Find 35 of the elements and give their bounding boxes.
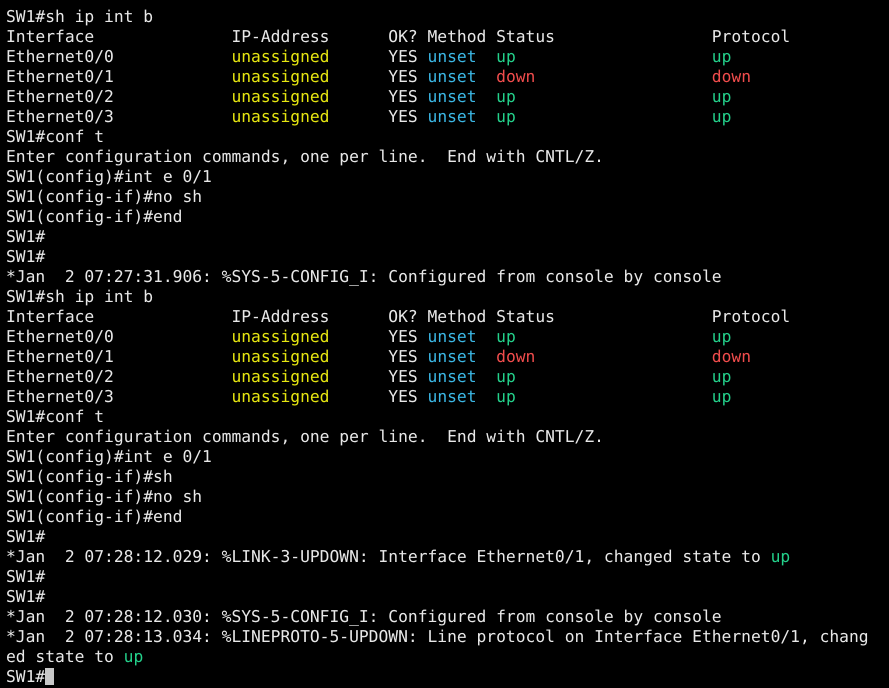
terminal-line: SW1#conf t [6, 127, 104, 147]
terminal-line: SW1# [6, 667, 54, 687]
terminal-line: SW1#conf t [6, 407, 104, 427]
terminal-line: Enter configuration commands, one per line. End with CNTL/Z. [6, 427, 604, 447]
terminal-line: SW1(config)#int e 0/1 [6, 167, 212, 187]
terminal-line: Ethernet0/0 unassigned YES unset up up [6, 47, 732, 67]
terminal-line: Enter configuration commands, one per line. End with CNTL/Z. [6, 147, 604, 167]
terminal-line: Ethernet0/1 unassigned YES unset down down [6, 347, 752, 367]
terminal-line: Ethernet0/2 unassigned YES unset up up [6, 367, 732, 387]
terminal-line: *Jan 2 07:28:12.029: %LINK-3-UPDOWN: Interface Ethernet0/1, changed state to up [6, 547, 790, 567]
terminal-line: Ethernet0/3 unassigned YES unset up up [6, 107, 732, 127]
cursor-icon [45, 668, 54, 685]
terminal-line: SW1(config-if)#sh [6, 467, 173, 487]
terminal-line: SW1(config-if)#end [6, 507, 182, 527]
terminal-line: SW1(config-if)#end [6, 207, 182, 227]
terminal-line: SW1# [6, 527, 46, 547]
terminal-line: SW1# [6, 247, 46, 267]
terminal-line: SW1# [6, 587, 46, 607]
terminal-line: Ethernet0/3 unassigned YES unset up up [6, 387, 732, 407]
terminal-line: SW1#sh ip int b [6, 7, 154, 27]
terminal-line: ed state to up [6, 647, 144, 667]
terminal-line: *Jan 2 07:27:31.906: %SYS-5-CONFIG_I: Configured from console by console [6, 267, 722, 287]
terminal-line: Ethernet0/1 unassigned YES unset down down [6, 67, 752, 87]
terminal-line: SW1#sh ip int b [6, 287, 154, 307]
terminal-line: *Jan 2 07:28:12.030: %SYS-5-CONFIG_I: Configured from console by console [6, 607, 722, 627]
terminal-line: Ethernet0/2 unassigned YES unset up up [6, 87, 732, 107]
terminal-line: SW1(config-if)#no sh [6, 187, 202, 207]
terminal-line: SW1(config-if)#no sh [6, 487, 202, 507]
terminal-line: SW1# [6, 567, 46, 587]
terminal-line: Ethernet0/0 unassigned YES unset up up [6, 327, 732, 347]
terminal-line: *Jan 2 07:28:13.034: %LINEPROTO-5-UPDOWN: Line protocol on Interface Ethernet0/1, chang [6, 627, 869, 647]
terminal-line: Interface IP-Address OK? Method Status Protocol [6, 307, 790, 327]
terminal-line: SW1(config)#int e 0/1 [6, 447, 212, 467]
terminal-line: Interface IP-Address OK? Method Status Protocol [6, 27, 790, 47]
terminal-line: SW1# [6, 227, 46, 247]
